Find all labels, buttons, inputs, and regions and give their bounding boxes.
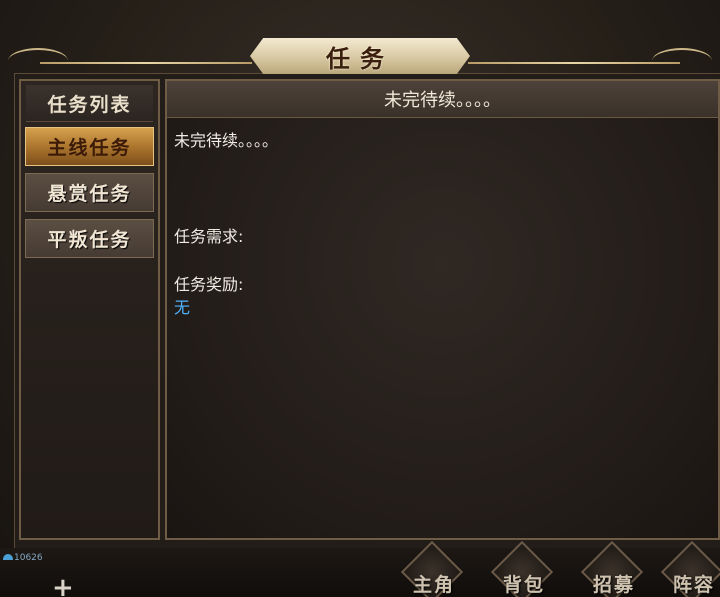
signal-icon	[3, 554, 13, 560]
nav-bag-button[interactable]: 背包	[486, 540, 562, 597]
quest-requirements-label: 任务需求:	[174, 227, 244, 246]
quest-detail-title: 未完待续。。。。	[167, 81, 718, 118]
tab-suppress-quest[interactable]: 平叛任务	[25, 219, 154, 258]
quest-rewards-label: 任务奖励:	[174, 275, 244, 294]
title-line-right	[468, 62, 680, 64]
title-plate: 任务	[250, 38, 470, 74]
quest-description: 未完待续。。。。	[174, 131, 279, 150]
quest-window: 任务 任务列表 主线任务 悬赏任务 平叛任务 未完待续。。。。 未完待续。。。。…	[0, 0, 720, 597]
tab-bounty-quest[interactable]: 悬赏任务	[25, 173, 154, 212]
window-title: 任务	[326, 43, 394, 73]
quest-list-panel: 任务列表 主线任务 悬赏任务 平叛任务	[19, 79, 160, 540]
nav-bag-label: 背包	[502, 574, 545, 596]
nav-recruit-button[interactable]: 招募	[576, 540, 652, 597]
tab-main-quest[interactable]: 主线任务	[25, 127, 154, 166]
right-ornament-icon	[652, 48, 712, 74]
title-banner: 任务	[0, 38, 720, 78]
bottom-nav-bar: 主角 背包 招募 阵容	[0, 540, 720, 597]
left-ornament-icon	[8, 48, 68, 74]
title-line-left	[40, 62, 252, 64]
quest-rewards-value: 无	[174, 298, 191, 317]
nav-hero-button[interactable]: 主角	[396, 540, 472, 597]
plus-icon[interactable]: +	[52, 575, 74, 597]
nav-recruit-label: 招募	[592, 574, 635, 596]
quest-detail-panel: 未完待续。。。。 未完待续。。。。 任务需求: 任务奖励: 无	[165, 79, 720, 540]
nav-lineup-button[interactable]: 阵容	[656, 540, 720, 597]
nav-lineup-label: 阵容	[672, 574, 715, 596]
nav-hero-label: 主角	[412, 574, 455, 596]
status-counter: 10626	[14, 553, 43, 563]
quest-list-header: 任务列表	[26, 85, 153, 122]
